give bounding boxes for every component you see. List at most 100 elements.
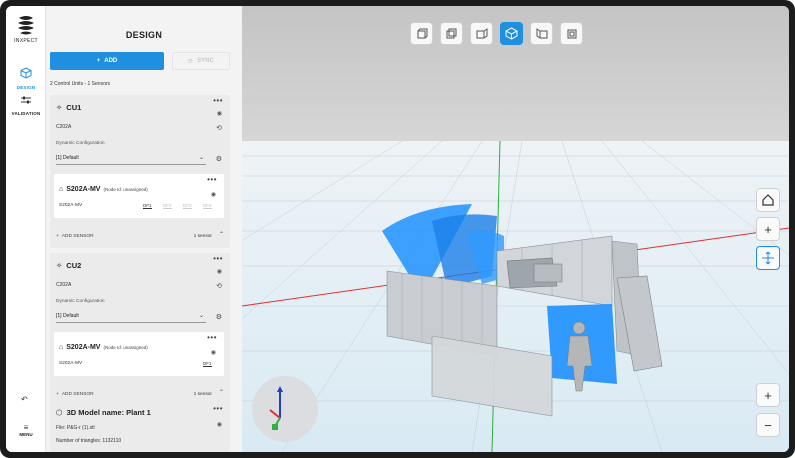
detection-field-tab[interactable]: DF3	[183, 203, 192, 209]
model-triangles: Number of triangles: 1132110	[56, 438, 122, 444]
scene-viewport[interactable]: + + −	[242, 6, 789, 452]
control-unit-icon: ✧	[56, 261, 63, 270]
model-title: ⬡ 3D Model name: Plant 1	[56, 408, 151, 417]
nav-design[interactable]: DESIGN	[8, 66, 44, 90]
detection-field-tab[interactable]: DF2	[163, 203, 172, 209]
more-options-icon[interactable]: •••	[213, 255, 223, 263]
sensor-count: 1 sensor	[193, 392, 212, 397]
nav-validation-label: VALIDATION	[11, 111, 41, 116]
view-left-button[interactable]	[470, 22, 493, 45]
scene-canvas	[242, 6, 789, 452]
config-label: Dynamic Configuration	[56, 299, 105, 304]
sensor-title: ⌂ S202A-MV (Node Id: unassigned)	[59, 186, 148, 193]
undo-icon[interactable]: ↶	[21, 395, 28, 404]
zoom-out-button[interactable]: −	[756, 413, 780, 437]
gear-icon[interactable]: ⚙	[216, 313, 222, 321]
control-unit-card: ✧ CU2 ••• ◉ ⟲ C202A Dynamic Configuratio…	[50, 253, 230, 405]
view-right-button[interactable]	[530, 22, 553, 45]
cube-icon	[20, 67, 32, 79]
add-view-button[interactable]: +	[756, 217, 780, 241]
view-cube-top-icon	[567, 29, 576, 38]
add-sensor-label: ADD SENSOR	[61, 392, 94, 397]
sensor-icon: ⌂	[59, 344, 64, 351]
sensor-visibility-icon[interactable]: ◉	[211, 349, 216, 356]
logo: INXPECT	[12, 14, 40, 44]
model-visibility-icon[interactable]: ◉	[217, 421, 222, 428]
sensor-node: (Node Id: unassigned)	[103, 187, 148, 192]
page-title: DESIGN	[125, 30, 163, 40]
detection-field-tab[interactable]: DF4	[203, 203, 212, 209]
orbit-button[interactable]	[756, 246, 780, 270]
app-screen: INXPECT DESIGN VALIDATION ↶ ≡ MENU DESIG…	[6, 6, 789, 452]
view-front-button[interactable]	[410, 22, 433, 45]
view-cube-front-icon	[417, 28, 427, 38]
add-button[interactable]: + ADD	[50, 52, 164, 70]
visibility-icon[interactable]: ◉	[217, 110, 222, 117]
view-back-button[interactable]	[440, 22, 463, 45]
model-icon: ⬡	[56, 408, 63, 417]
plus-icon: +	[96, 58, 101, 64]
config-select[interactable]: [1] Default ⌄	[56, 310, 206, 323]
sensor-card[interactable]: ⌂ S202A-MV (Node Id: unassigned) ••• ◉ S…	[54, 174, 224, 218]
plus-icon: +	[764, 221, 772, 237]
view-cube-iso-icon	[505, 27, 518, 40]
visibility-icon[interactable]: ◉	[217, 268, 222, 275]
menu-icon: ≡	[23, 423, 29, 432]
gear-icon[interactable]: ⚙	[216, 155, 222, 163]
add-sensor-label: ADD SENSOR	[61, 234, 94, 239]
add-sensor-button[interactable]: + ADD SENSOR	[56, 392, 94, 397]
sensor-more-icon[interactable]: •••	[207, 334, 217, 342]
control-unit-name: CU2	[66, 261, 82, 270]
config-select-value: [1] Default	[56, 155, 79, 161]
axis-gizmo[interactable]	[252, 376, 318, 442]
cycle-icon[interactable]: ⟲	[216, 282, 222, 290]
nav-validation[interactable]: VALIDATION	[8, 92, 44, 116]
home-icon	[762, 194, 774, 206]
sliders-icon	[21, 96, 31, 104]
design-panel: DESIGN + ADD ⟳ SYNC 2 Control Units - 1 …	[46, 6, 242, 452]
view-top-button[interactable]	[560, 22, 583, 45]
model-name: 3D Model name: Plant 1	[66, 408, 151, 417]
sensor-icon: ⌂	[59, 186, 64, 193]
sync-button-label: SYNC	[197, 58, 214, 64]
control-unit-model: C202A	[56, 282, 72, 288]
detection-field-tab[interactable]: DF1	[203, 361, 212, 367]
model-more-icon[interactable]: •••	[213, 405, 223, 413]
chevron-down-icon: ⌄	[198, 313, 204, 319]
detection-field-tab[interactable]: DF1	[143, 203, 152, 209]
logo-icon	[18, 16, 34, 35]
logo-text: INXPECT	[14, 38, 38, 44]
sensor-more-icon[interactable]: •••	[207, 176, 217, 184]
sensor-model: S202A-MV	[59, 361, 83, 366]
menu-button[interactable]: ≡ MENU	[12, 423, 40, 438]
more-options-icon[interactable]: •••	[213, 97, 223, 105]
control-unit-model: C202A	[56, 124, 72, 130]
zoom-in-button[interactable]: +	[756, 383, 780, 407]
config-select[interactable]: [1] Default ⌄	[56, 152, 206, 165]
sensor-title: ⌂ S202A-MV (Node Id: unassigned)	[59, 344, 148, 351]
control-unit-name: CU1	[66, 103, 82, 112]
control-unit-icon: ✧	[56, 103, 63, 112]
cycle-icon[interactable]: ⟲	[216, 124, 222, 132]
orbit-icon	[762, 251, 774, 265]
add-sensor-button[interactable]: + ADD SENSOR	[56, 234, 94, 239]
sensor-card[interactable]: ⌂ S202A-MV (Node Id: unassigned) ••• ◉ S…	[54, 332, 224, 376]
control-unit-card: ✧ CU1 ••• ◉ ⟲ C202A Dynamic Configuratio…	[50, 95, 230, 248]
sensor-visibility-icon[interactable]: ◉	[211, 191, 216, 198]
control-unit-title: ✧ CU1	[56, 103, 81, 112]
view-iso-button[interactable]	[500, 22, 523, 45]
view-cube-right-icon	[536, 27, 547, 38]
config-select-value: [1] Default	[56, 313, 79, 319]
config-label: Dynamic Configuration	[56, 141, 105, 146]
expand-icon[interactable]: ⌃	[219, 231, 224, 238]
model-file: File: P&G-r (1).stl	[56, 425, 95, 431]
home-view-button[interactable]	[756, 188, 780, 212]
chevron-down-icon: ⌄	[198, 155, 204, 161]
left-rail: INXPECT DESIGN VALIDATION ↶ ≡ MENU	[6, 6, 46, 452]
axis-gizmo-icon	[269, 386, 283, 430]
sync-button[interactable]: ⟳ SYNC	[172, 52, 230, 70]
model-card: ⬡ 3D Model name: Plant 1 ••• ◉ File: P&G…	[50, 403, 230, 452]
expand-icon[interactable]: ⌃	[219, 389, 224, 396]
view-cube-left-icon	[476, 27, 487, 38]
zoom-out-icon: −	[764, 417, 772, 433]
